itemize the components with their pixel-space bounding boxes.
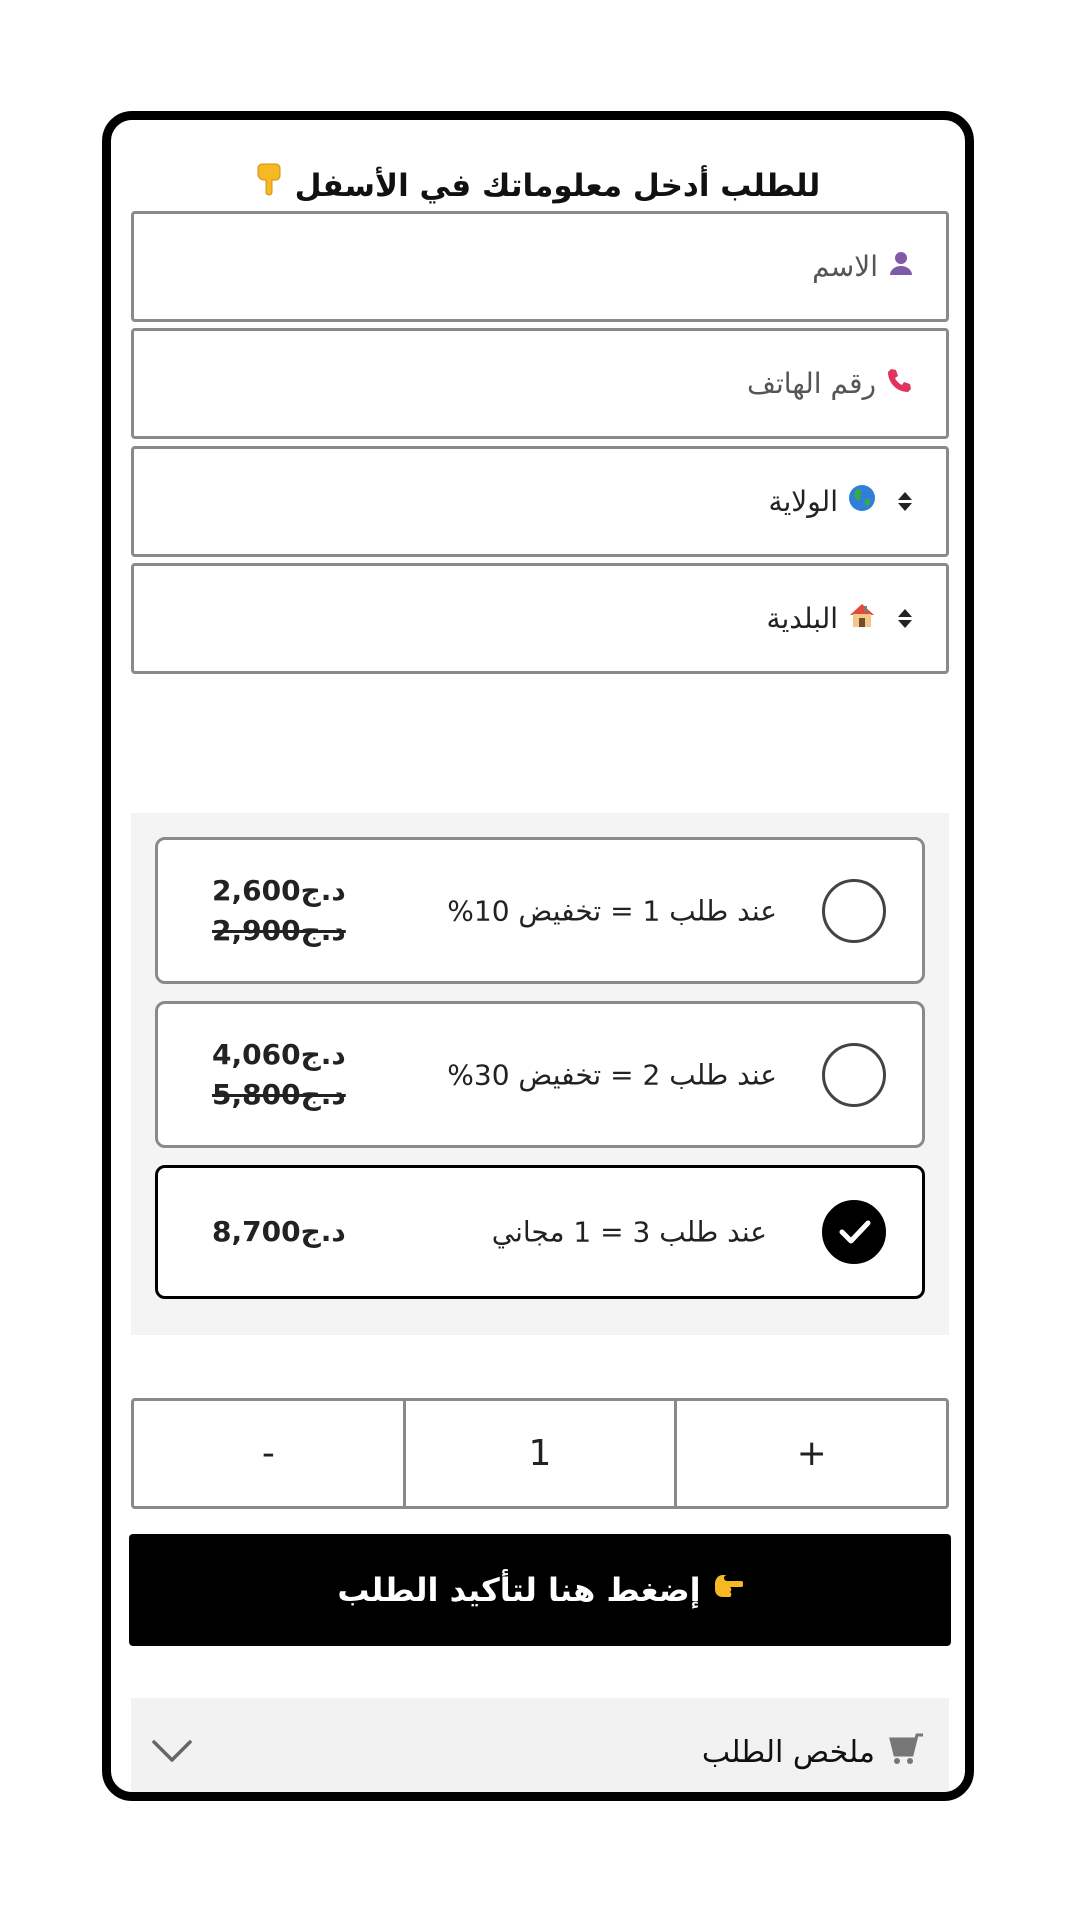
chevron-down-icon[interactable]: [151, 1738, 193, 1768]
offer-option-1[interactable]: عند طلب 1 = تخفيض 10% 2,600د.ج 2,900د.ج: [155, 837, 925, 984]
order-summary-label: ملخص الطلب: [701, 1735, 875, 1770]
offer-price: 2,600د.ج: [212, 873, 346, 907]
offer-prices: 4,060د.ج 5,800د.ج: [212, 1035, 346, 1115]
globe-icon: [848, 484, 876, 519]
commune-select[interactable]: البلدية: [131, 563, 949, 674]
quantity-stepper: - 1 +: [131, 1398, 949, 1509]
offer-label: عند طلب 2 = تخفيض 30%: [447, 1058, 777, 1091]
person-icon: [888, 250, 914, 283]
phone-field[interactable]: رقم الهاتف: [131, 328, 949, 439]
select-arrows-icon: [896, 609, 914, 628]
phone-placeholder: رقم الهاتف: [747, 367, 876, 400]
offer-option-2[interactable]: عند طلب 2 = تخفيض 30% 4,060د.ج 5,800د.ج: [155, 1001, 925, 1148]
radio-checked-icon[interactable]: [822, 1200, 886, 1264]
offer-price: 8,700د.ج: [212, 1215, 346, 1248]
offer-old-price: 2,900د.ج: [212, 913, 346, 947]
phone-icon: [886, 366, 914, 401]
form-title-text: للطلب أدخل معلوماتك في الأسفل: [294, 168, 821, 204]
cart-icon: [885, 1732, 925, 1774]
wilaya-select[interactable]: الولاية: [131, 446, 949, 557]
offers-panel: عند طلب 1 = تخفيض 10% 2,600د.ج 2,900د.ج …: [131, 813, 949, 1335]
confirm-order-label: إضغط هنا لتأكيد الطلب: [337, 1571, 701, 1609]
offer-option-3[interactable]: عند طلب 3 = 1 مجاني 8,700د.ج: [155, 1165, 925, 1299]
confirm-order-button[interactable]: إضغط هنا لتأكيد الطلب: [129, 1534, 951, 1646]
offer-label: عند طلب 1 = تخفيض 10%: [447, 894, 777, 927]
radio-unchecked-icon[interactable]: [822, 1042, 886, 1107]
pointing-left-hand-icon: [713, 1571, 744, 1609]
offer-prices: 8,700د.ج: [212, 1212, 346, 1252]
quantity-value[interactable]: 1: [402, 1401, 678, 1506]
offer-old-price: 5,800د.ج: [212, 1077, 346, 1111]
order-form-card: للطلب أدخل معلوماتك في الأسفل الاسم رقم …: [102, 111, 974, 1801]
commune-label: البلدية: [766, 602, 838, 635]
select-arrows-icon: [896, 492, 914, 511]
pointing-down-hand-icon: [256, 162, 284, 204]
order-summary-header: ملخص الطلب: [702, 1732, 925, 1774]
quantity-plus-button[interactable]: +: [677, 1401, 946, 1506]
name-field[interactable]: الاسم: [131, 211, 949, 322]
offer-label: عند طلب 3 = 1 مجاني: [491, 1215, 767, 1249]
quantity-minus-button[interactable]: -: [134, 1401, 403, 1506]
wilaya-label: الولاية: [768, 485, 838, 518]
order-summary-toggle[interactable]: ملخص الطلب: [131, 1698, 949, 1792]
form-title: للطلب أدخل معلوماتك في الأسفل: [111, 162, 965, 204]
offer-prices: 2,600د.ج 2,900د.ج: [212, 871, 346, 951]
name-placeholder: الاسم: [812, 250, 878, 283]
offer-price: 4,060د.ج: [212, 1037, 346, 1071]
radio-unchecked-icon[interactable]: [822, 878, 886, 943]
house-icon: [848, 601, 876, 636]
